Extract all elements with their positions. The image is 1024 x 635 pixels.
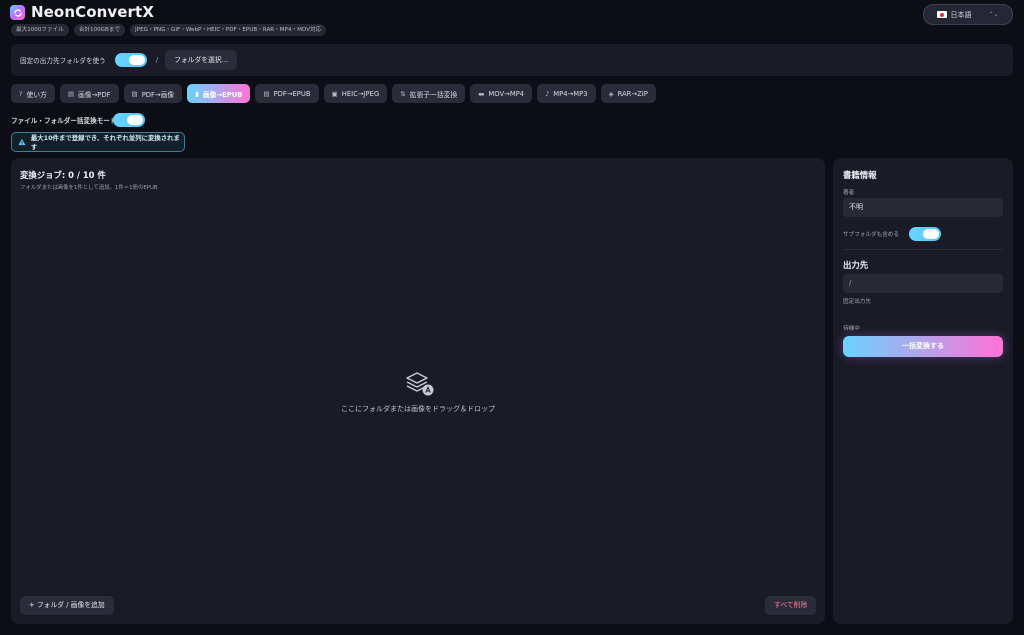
tab-label: HEIC→JPEG [341,89,380,98]
tab-8[interactable]: ▬ MOV→MP4 [470,84,533,103]
app-logo-icon [10,5,25,20]
tab-label: MOV→MP4 [488,89,525,98]
tab-label: 画像→PDF [78,90,111,99]
fixed-folder-toggle[interactable] [114,53,147,67]
feature-chips: 最大1000ファイル 合計100GBまで JPEG・PNG・GIF・WebP・H… [11,24,327,36]
tab-label: PDF→EPUB [273,89,311,98]
subfolder-toggle[interactable] [909,227,941,241]
job-count-title: 変換ジョブ: 0 / 10 件 [20,170,106,180]
image-icon: ▣ [331,89,338,98]
tab-label: 画像→EPUB [202,90,243,99]
archive-icon: ◈ [608,89,614,98]
drop-zone-text[interactable]: ここにフォルダまたは画像をドラッグ＆ドロップ [11,404,825,414]
chip-max-files: 最大1000ファイル [11,24,69,36]
file-icon: ▤ [263,89,270,98]
language-label: 日本語 [950,10,972,19]
tab-4[interactable]: ▮ 画像→EPUB [187,84,251,103]
status-text: 待機中 [843,326,860,332]
tab-9[interactable]: ♪ MP4→MP3 [537,84,596,103]
tab-label: 使い方 [26,90,47,99]
warning-icon [18,138,26,146]
language-select[interactable]: 日本語 ⌃⌄ [923,4,1013,25]
fixed-folder-path: / [155,56,159,64]
add-folder-image-button[interactable]: + フォルダ / 画像を追加 [20,596,114,615]
app-title: NeonConvertX [31,3,154,21]
conversion-tabs: ? 使い方 ▤ 画像→PDF ▤ PDF→画像 ▮ 画像→EPUB ▤ PDF→EPUB ▣ HEIC… [11,84,656,103]
fixed-output-folder-bar: 固定の出力先フォルダを使う / フォルダを選択... [11,44,1013,76]
tab-7[interactable]: ⇅ 拡張子一括変換 [392,84,466,103]
chip-formats: JPEG・PNG・GIF・WebP・HEIC・PDF・EPUB・RAR・MP4・… [130,24,327,36]
tab-2[interactable]: ▤ 画像→PDF [59,84,119,103]
help-icon: ? [19,89,23,98]
info-banner: 最大10件まで登録でき、それぞれ並列に変換されます [11,132,185,152]
book-icon: ▮ [195,89,199,98]
tab-label: PDF→画像 [141,90,175,99]
divider [843,249,1003,250]
bulk-mode-label: ファイル・フォルダー括変換モード [11,117,117,125]
subfolder-label: サブフォルダも含める [843,232,899,238]
bulk-mode-toggle[interactable] [113,113,145,127]
music-icon: ♪ [545,89,550,98]
select-folder-button[interactable]: フォルダを選択... [165,50,238,70]
tab-3[interactable]: ▤ PDF→画像 [123,84,183,103]
swap-icon: ⇅ [400,89,406,98]
job-subtitle: フォルダまたは画像を1件として追加。1件＝1冊のEPUB [20,185,158,191]
tab-6[interactable]: ▣ HEIC→JPEG [323,84,388,103]
chip-total-size: 合計100GBまで [73,24,126,36]
film-icon: ▬ [478,89,485,98]
file-icon: ▤ [131,89,138,98]
clear-all-button[interactable]: すべて削除 [765,596,817,615]
fixed-folder-label: 固定の出力先フォルダを使う [20,57,106,65]
tab-label: RAR→ZIP [617,89,648,98]
tab-5[interactable]: ▤ PDF→EPUB [255,84,319,103]
layers-drop-icon [406,372,434,396]
bulk-convert-button[interactable]: 一括変換する [843,336,1003,357]
job-panel: 変換ジョブ: 0 / 10 件 フォルダまたは画像を1件として追加。1件＝1冊の… [11,158,825,624]
output-path-input[interactable]: / [843,274,1003,293]
book-info-title: 書籍情報 [843,170,877,180]
japan-flag-icon [937,11,948,18]
file-icon: ▤ [67,89,74,98]
tab-label: 拡張子一括変換 [409,90,458,99]
info-banner-text: 最大10件まで登録でき、それぞれ並列に変換されます [30,134,180,151]
tab-label: MP4→MP3 [553,89,588,98]
tab-1[interactable]: ? 使い方 [11,84,55,103]
settings-panel: 書籍情報 著者 不明 サブフォルダも含める 出力先 / 固定出力先 待機中 一括… [833,158,1013,624]
author-label: 著者 [843,190,855,196]
output-note: 固定出力先 [843,299,871,305]
author-input[interactable]: 不明 [843,198,1003,217]
tab-10[interactable]: ◈ RAR→ZIP [600,84,656,103]
output-title: 出力先 [843,260,869,270]
chevron-updown-icon: ⌃⌄ [988,11,999,18]
